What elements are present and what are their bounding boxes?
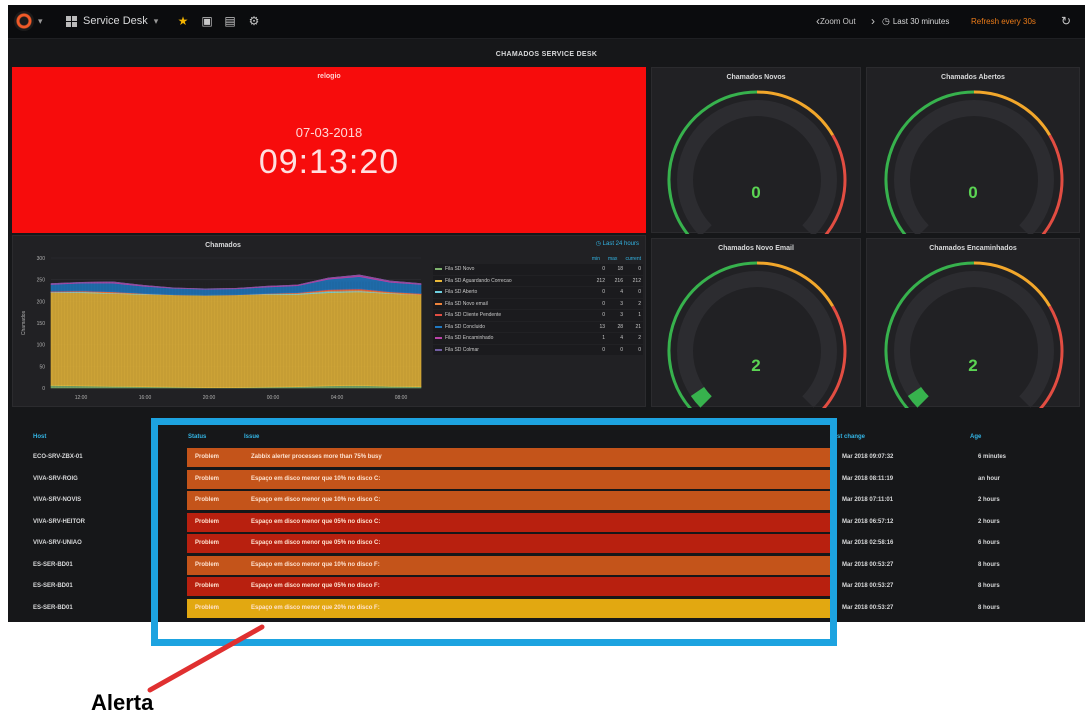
alert-annotation-label: Alerta	[91, 690, 154, 715]
arrow-line	[147, 624, 265, 693]
annotation-arrow	[147, 624, 265, 693]
